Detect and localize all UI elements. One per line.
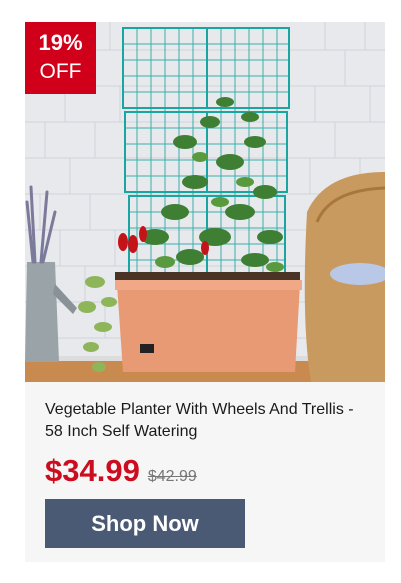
discount-badge: 19% OFF <box>25 22 96 94</box>
product-image[interactable]: 19% OFF <box>25 22 385 382</box>
price-row: $34.99 $42.99 <box>45 453 197 489</box>
discount-percent: 19% <box>38 30 83 55</box>
original-price: $42.99 <box>147 468 197 485</box>
product-card[interactable]: 19% OFF Vegetable Planter With Wheels An… <box>25 22 385 562</box>
sale-price: $34.99 <box>45 453 140 488</box>
shop-now-button[interactable]: Shop Now <box>45 499 245 548</box>
product-title[interactable]: Vegetable Planter With Wheels And Trelli… <box>45 399 365 443</box>
discount-off-label: OFF <box>39 60 82 83</box>
